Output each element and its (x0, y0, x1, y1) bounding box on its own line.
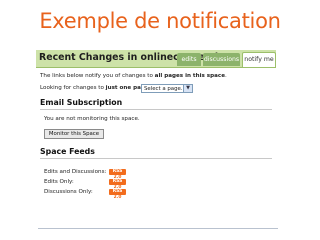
one-page-text: Looking for changes to just one page? (40, 85, 152, 91)
monitor-space-button[interactable]: Monitor this Space (44, 129, 104, 139)
rss-badge-text: RSS (112, 169, 123, 174)
rss-feed-edits-discussions[interactable]: RSS 2.0 (109, 169, 126, 180)
rss-badge-text: RSS (112, 189, 123, 194)
rss-badge-version: 2.0 (112, 195, 123, 200)
tab-notify-me[interactable]: notify me (242, 52, 276, 67)
page-select-value: Select a page... (144, 86, 186, 92)
intro-text: The links below notify you of changes to… (40, 73, 227, 79)
feeds-heading: Space Feeds (40, 147, 95, 156)
divider (40, 109, 272, 110)
rss-feed-edits-only[interactable]: RSS 2.0 (109, 179, 126, 190)
panel-header: Recent Changes in onlineconnections edit… (36, 50, 276, 68)
page-select[interactable]: Select a page... ▼ (141, 84, 193, 93)
tab-discussions[interactable]: discussions (203, 53, 240, 66)
feed-label-edits-only: Edits Only: (44, 179, 74, 185)
feed-label-discussions-only: Discussions Only: (44, 189, 93, 195)
rss-badge-text: RSS (112, 179, 123, 184)
bottom-rule (38, 228, 278, 229)
intro-prefix: The links below notify you of changes to (40, 73, 155, 79)
feed-label-edits-discussions: Edits and Discussions: (44, 169, 107, 175)
email-status: You are not monitoring this space. (44, 116, 140, 122)
rss-feed-discussions-only[interactable]: RSS 2.0 (109, 189, 126, 200)
intro-suffix: . (225, 73, 227, 79)
slide-title: Exemple de notification (39, 9, 281, 33)
intro-bold: all pages in this space (154, 73, 225, 79)
notification-panel: Recent Changes in onlineconnections edit… (36, 50, 276, 217)
divider (40, 158, 272, 159)
chevron-down-icon[interactable]: ▼ (183, 85, 192, 92)
one-page-prefix: Looking for changes to (40, 85, 106, 91)
tab-edits[interactable]: edits (177, 53, 201, 66)
email-heading: Email Subscription (40, 98, 123, 107)
